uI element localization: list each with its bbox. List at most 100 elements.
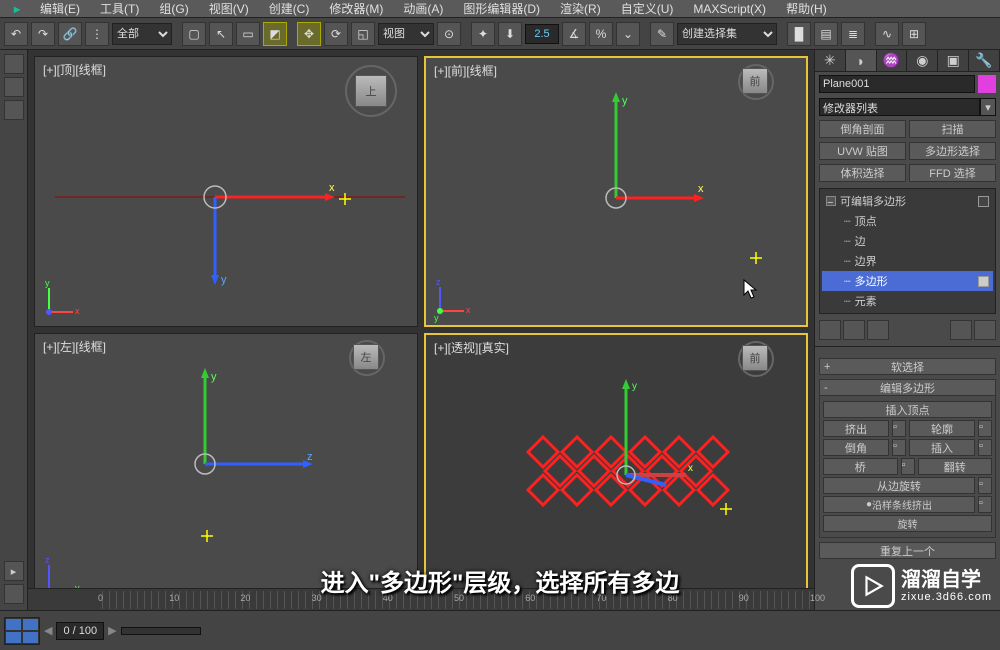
btn-along-spline[interactable]: ● 沿样条线挤出 <box>823 496 975 513</box>
layers-icon[interactable]: ≣ <box>841 22 865 46</box>
coord-system[interactable]: 视图 <box>378 23 434 45</box>
stack-vertex[interactable]: ┈顶点 <box>822 211 993 231</box>
select-icon[interactable]: ▢ <box>182 22 206 46</box>
time-scrub[interactable] <box>121 627 201 635</box>
undo-icon[interactable]: ↶ <box>4 22 28 46</box>
menu-render[interactable]: 渲染(R) <box>550 0 611 17</box>
menu-custom[interactable]: 自定义(U) <box>611 0 684 17</box>
named-selection[interactable]: 创建选择集 <box>677 23 777 45</box>
named-sel-edit-icon[interactable]: ✎ <box>650 22 674 46</box>
modifier-stack[interactable]: −可编辑多边形 ┈顶点 ┈边 ┈边界 ┈多边形 ┈元素 <box>819 188 996 314</box>
btn-ffd-select[interactable]: FFD 选择 <box>909 164 996 182</box>
modifier-list-dropdown-icon[interactable]: ▾ <box>980 98 996 116</box>
snap-toggle-icon[interactable]: ⬇ <box>498 22 522 46</box>
stack-edge[interactable]: ┈边 <box>822 231 993 251</box>
stack-config-icon[interactable] <box>974 320 996 340</box>
btn-turn[interactable]: 旋转 <box>823 515 992 532</box>
schematic-icon[interactable]: ⊞ <box>902 22 926 46</box>
scale-icon[interactable]: ◱ <box>351 22 375 46</box>
tab-motion-icon[interactable]: ◉ <box>907 50 938 71</box>
btn-vol-select[interactable]: 体积选择 <box>819 164 906 182</box>
stack-polygon[interactable]: ┈多边形 <box>822 271 993 291</box>
stack-unique-icon[interactable] <box>867 320 889 340</box>
stack-border[interactable]: ┈边界 <box>822 251 993 271</box>
stack-show-icon[interactable] <box>843 320 865 340</box>
btn-flip[interactable]: 翻转 <box>918 458 993 475</box>
btn-hinge[interactable]: 从边旋转 <box>823 477 975 494</box>
btn-outline-settings[interactable]: ▫ <box>978 420 992 437</box>
unlink-icon[interactable]: ⋮ <box>85 22 109 46</box>
btn-sweep[interactable]: 扫描 <box>909 120 996 138</box>
select-region-icon[interactable]: ▭ <box>236 22 260 46</box>
tab-utility-icon[interactable]: 🔧 <box>969 50 1000 71</box>
window-crossing-icon[interactable]: ◩ <box>263 22 287 46</box>
curve-editor-icon[interactable]: ∿ <box>875 22 899 46</box>
menu-group[interactable]: 组(G) <box>149 0 198 17</box>
menu-edit[interactable]: 编辑(E) <box>30 0 90 17</box>
select-object-icon[interactable]: ↖ <box>209 22 233 46</box>
pivot-icon[interactable]: ⊙ <box>437 22 461 46</box>
btn-uvw-map[interactable]: UVW 贴图 <box>819 142 906 160</box>
spinner-snap-icon[interactable]: ⌄ <box>616 22 640 46</box>
link-icon[interactable]: 🔗 <box>58 22 82 46</box>
btn-inset-settings[interactable]: ▫ <box>978 439 992 456</box>
btn-bevel-profile[interactable]: 倒角剖面 <box>819 120 906 138</box>
btn-extrude-settings[interactable]: ▫ <box>892 420 906 437</box>
btn-bridge-settings[interactable]: ▫ <box>901 458 915 475</box>
object-name-field[interactable] <box>819 75 975 93</box>
btn-hinge-settings[interactable]: ▫ <box>978 477 992 494</box>
menu-modifier[interactable]: 修改器(M) <box>319 0 393 17</box>
object-color-swatch[interactable] <box>978 75 996 93</box>
tab-display-icon[interactable]: ▣ <box>938 50 969 71</box>
btn-spline-settings[interactable]: ▫ <box>978 496 992 513</box>
tool-nav-1[interactable]: ▸ <box>4 561 24 581</box>
btn-inset[interactable]: 插入 <box>909 439 975 456</box>
viewport-top[interactable]: [+][顶][线框] 上 x y y x <box>34 56 418 327</box>
btn-outline[interactable]: 轮廓 <box>909 420 975 437</box>
rollout-next[interactable]: 重复上一个 <box>819 542 996 559</box>
app-logo[interactable]: ▸ <box>4 2 30 16</box>
modifier-list[interactable]: 修改器列表 <box>819 98 980 116</box>
tool-2[interactable] <box>4 77 24 97</box>
menu-anim[interactable]: 动画(A) <box>393 0 453 17</box>
percent-snap-icon[interactable]: % <box>589 22 613 46</box>
mirror-icon[interactable]: ▐▌ <box>787 22 811 46</box>
menu-graph[interactable]: 图形编辑器(D) <box>453 0 550 17</box>
viewport-front[interactable]: [+][前][线框] 前 y x z x <box>424 56 808 327</box>
btn-bridge[interactable]: 桥 <box>823 458 898 475</box>
angle-snap-icon[interactable]: ∡ <box>562 22 586 46</box>
btn-insert-vertex[interactable]: 插入顶点 <box>823 401 992 418</box>
tool-nav-2[interactable] <box>4 584 24 604</box>
menu-help[interactable]: 帮助(H) <box>776 0 837 17</box>
timeline-next-icon[interactable]: ▶ <box>108 624 116 637</box>
rollout-soft-select[interactable]: +软选择 <box>819 358 996 375</box>
tool-1[interactable] <box>4 54 24 74</box>
stack-remove-icon[interactable] <box>950 320 972 340</box>
stack-root[interactable]: −可编辑多边形 <box>822 191 993 211</box>
tab-modify-icon[interactable]: ◗ <box>846 50 877 71</box>
tab-create-icon[interactable]: ✳ <box>815 50 846 71</box>
frame-display[interactable]: 0 / 100 <box>56 622 104 640</box>
angle-snap-value[interactable]: 2.5 <box>525 24 559 44</box>
redo-icon[interactable]: ↷ <box>31 22 55 46</box>
stack-pin-icon[interactable] <box>819 320 841 340</box>
btn-poly-select[interactable]: 多边形选择 <box>909 142 996 160</box>
selection-filter[interactable]: 全部 <box>112 23 172 45</box>
viewport-layout-icon[interactable] <box>4 617 40 645</box>
tool-3[interactable] <box>4 100 24 120</box>
align-icon[interactable]: ▤ <box>814 22 838 46</box>
btn-bevel-settings[interactable]: ▫ <box>892 439 906 456</box>
menu-create[interactable]: 创建(C) <box>259 0 320 17</box>
menu-maxscript[interactable]: MAXScript(X) <box>683 2 776 16</box>
btn-extrude[interactable]: 挤出 <box>823 420 889 437</box>
stack-element[interactable]: ┈元素 <box>822 291 993 311</box>
rotate-icon[interactable]: ⟳ <box>324 22 348 46</box>
rollout-edit-poly-header[interactable]: -编辑多边形 <box>819 379 996 396</box>
manip-icon[interactable]: ✦ <box>471 22 495 46</box>
tab-hierarchy-icon[interactable]: ♒ <box>877 50 908 71</box>
btn-bevel[interactable]: 倒角 <box>823 439 889 456</box>
menu-view[interactable]: 视图(V) <box>199 0 259 17</box>
menu-tools[interactable]: 工具(T) <box>90 0 149 17</box>
timeline-prev-icon[interactable]: ◀ <box>44 624 52 637</box>
move-icon[interactable]: ✥ <box>297 22 321 46</box>
